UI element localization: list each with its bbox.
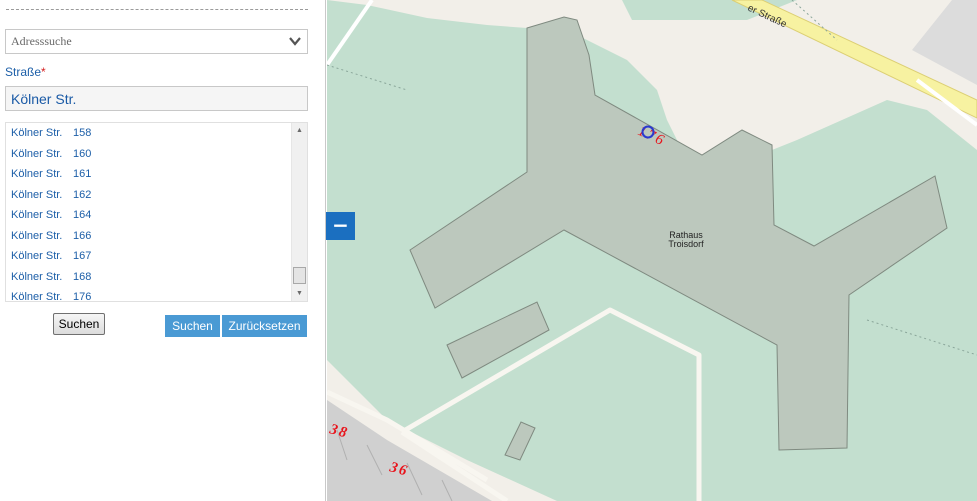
list-item-street: Kölner Str. <box>11 147 63 160</box>
list-item[interactable]: Kölner Str. 161 <box>6 164 292 184</box>
street-input[interactable] <box>5 86 308 111</box>
outbuilding-1 <box>446 301 550 379</box>
list-item[interactable]: Kölner Str. 176 <box>6 287 292 302</box>
address-search-select[interactable]: Adresssuche <box>5 29 308 54</box>
list-item-street: Kölner Str. <box>11 250 63 262</box>
list-item[interactable]: Kölner Str. 160 <box>6 144 292 164</box>
list-item-number: 176 <box>73 291 92 302</box>
list-item-street: Kölner Str. <box>11 188 63 201</box>
scroll-down-arrow-icon[interactable]: ▼ <box>292 286 307 301</box>
building-label-line2: Troisdorf <box>668 239 704 249</box>
road-edge-left <box>327 0 374 67</box>
boundary-line-left <box>327 64 408 91</box>
street-field-label: Straße* <box>5 65 46 79</box>
list-item-street: Kölner Str. <box>11 209 63 221</box>
address-search-panel: Adresssuche Straße* Kölner Str.158Kölner… <box>0 0 326 501</box>
house-number-list[interactable]: Kölner Str. 158 Kölner Str. 160 Kölner Str. 1… <box>5 122 308 302</box>
list-item-street: Kölner Str. <box>11 168 63 180</box>
list-item-street: Kölner Str. <box>11 229 63 242</box>
list-item-number: 161 <box>73 168 92 180</box>
list-item[interactable]: Kölner Str. 164 <box>6 205 292 225</box>
list-item-number: 160 <box>73 147 92 160</box>
list-item-street: Kölner Str. <box>11 291 63 302</box>
chevron-down-icon <box>289 37 301 46</box>
list-item[interactable]: Kölner Str. 162 <box>6 185 292 205</box>
required-marker: * <box>41 65 46 79</box>
list-scrollbar[interactable]: ▲ ▼ <box>291 123 307 301</box>
reset-button[interactable]: Zurücksetzen <box>222 315 307 337</box>
outbuilding-2 <box>504 421 536 461</box>
street-label-text: Straße <box>5 65 42 79</box>
list-item-number: 166 <box>73 229 92 242</box>
search-plain-button[interactable]: Suchen <box>53 313 105 335</box>
list-item-street: Kölner Str. <box>11 127 63 139</box>
search-button[interactable]: Suchen <box>165 315 220 337</box>
list-item-number: 168 <box>73 270 92 283</box>
scroll-up-arrow-icon[interactable]: ▲ <box>292 123 307 138</box>
list-item-number: 164 <box>73 209 92 221</box>
list-item-street: Kölner Str. <box>11 270 63 283</box>
list-item[interactable]: Kölner Str. 166 <box>6 226 292 246</box>
zoom-out-button[interactable]: − <box>326 212 355 240</box>
list-item[interactable]: Kölner Str. 158 <box>6 123 292 143</box>
list-item-number: 162 <box>73 188 92 201</box>
list-item[interactable]: Kölner Str. 167 <box>6 246 292 266</box>
list-item-number: 167 <box>73 250 92 262</box>
list-item-number: 158 <box>73 127 92 139</box>
map-view[interactable]: er Straße Rathaus Troisdorf 176 38 36 <box>327 0 977 501</box>
list-item[interactable]: Kölner Str. 168 <box>6 267 292 287</box>
dashed-divider <box>6 9 308 10</box>
boundary-line-right <box>866 319 977 356</box>
scroll-thumb[interactable] <box>293 267 306 284</box>
map-canvas[interactable]: er Straße Rathaus Troisdorf 176 38 36 <box>327 0 977 501</box>
address-search-select-value: Adresssuche <box>11 34 72 48</box>
